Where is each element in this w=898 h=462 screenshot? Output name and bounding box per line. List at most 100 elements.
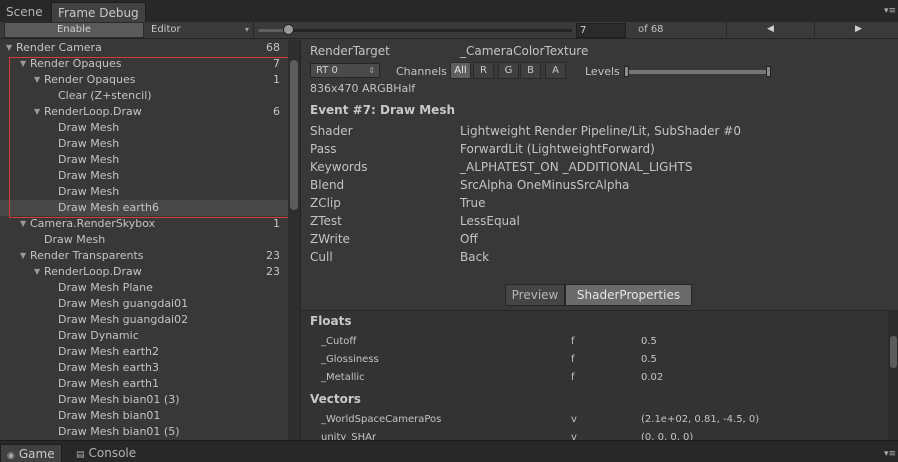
- tree-row-label: Camera.RenderSkybox: [30, 217, 156, 230]
- tree-row[interactable]: Draw Mesh: [0, 168, 288, 184]
- channel-button-all[interactable]: All: [450, 62, 471, 79]
- tree-row[interactable]: Draw Mesh: [0, 136, 288, 152]
- bottom-tab-menu-icon[interactable]: ▾≡: [884, 449, 896, 459]
- tree-row-label: RenderLoop.Draw: [44, 105, 142, 118]
- tree-row[interactable]: Draw Mesh earth2: [0, 344, 288, 360]
- expand-triangle-icon[interactable]: ▼: [20, 248, 26, 264]
- tree-row-label: Render Transparents: [30, 249, 144, 262]
- levels-min-thumb[interactable]: [624, 66, 629, 77]
- console-icon: ▤: [76, 450, 85, 460]
- levels-slider-fill: [627, 70, 769, 74]
- field-value: LessEqual: [460, 214, 520, 228]
- property-type: f: [571, 336, 575, 347]
- field-key: Blend: [310, 178, 345, 192]
- tree-row[interactable]: Draw Mesh guangdai02: [0, 312, 288, 328]
- tab-game-label: Game: [18, 447, 55, 461]
- frame-slider-thumb[interactable]: [283, 24, 294, 35]
- tree-row[interactable]: Clear (Z+stencil): [0, 88, 288, 104]
- tree-row[interactable]: Draw Mesh bian01: [0, 408, 288, 424]
- channels-label: Channels: [396, 65, 447, 78]
- properties-scrollbar-thumb[interactable]: [890, 336, 897, 368]
- tree-row[interactable]: Draw Mesh Plane: [0, 280, 288, 296]
- property-name: unity_SHAr: [321, 432, 377, 440]
- field-value: ForwardLit (LightweightForward): [460, 142, 655, 156]
- expand-triangle-icon[interactable]: ▼: [6, 40, 12, 56]
- tree-row[interactable]: Draw Mesh earth3: [0, 360, 288, 376]
- tab-game[interactable]: ◉ Game: [0, 444, 62, 462]
- property-value: 0.02: [641, 372, 664, 383]
- property-value: 0.5: [641, 354, 657, 365]
- event-details-panel: RenderTarget _CameraColorTexture RT 0 ⇕ …: [301, 40, 898, 440]
- tab-scene[interactable]: Scene: [0, 2, 49, 22]
- expand-triangle-icon[interactable]: ▼: [20, 56, 26, 72]
- property-type: f: [571, 354, 575, 365]
- next-frame-button[interactable]: ▶: [814, 22, 898, 38]
- preview-toggle[interactable]: Preview: [505, 284, 565, 306]
- chevron-updown-icon: ⇕: [368, 66, 375, 75]
- editor-dropdown[interactable]: Editor ▾: [146, 22, 254, 38]
- field-key: ZTest: [310, 214, 342, 228]
- frame-number-field[interactable]: 7: [576, 23, 626, 38]
- shader-properties-toggle[interactable]: ShaderProperties: [565, 284, 692, 306]
- property-name: _Metallic: [321, 372, 365, 383]
- tree-row-label: Draw Mesh: [58, 121, 120, 134]
- tree-row-label: Render Camera: [16, 41, 102, 54]
- tree-row[interactable]: Draw Mesh: [0, 120, 288, 136]
- tree-row[interactable]: Draw Mesh earth6: [0, 200, 288, 216]
- tree-row[interactable]: ▼ RenderLoop.Draw 6: [0, 104, 288, 120]
- prev-arrow-icon: ◀: [767, 24, 774, 34]
- tree-row-count: 23: [266, 265, 280, 278]
- tab-menu-icon[interactable]: ▾≡: [884, 6, 896, 16]
- tree-row[interactable]: ▼ Render Opaques 7: [0, 56, 288, 72]
- render-target-dropdown[interactable]: RT 0 ⇕: [310, 63, 380, 78]
- tree-row-count: 1: [273, 217, 280, 230]
- field-key: Pass: [310, 142, 337, 156]
- properties-scrollbar[interactable]: [888, 310, 898, 440]
- tree-row[interactable]: ▼ Render Opaques 1: [0, 72, 288, 88]
- tree-scrollbar-thumb[interactable]: [290, 60, 298, 210]
- editor-dropdown-label: Editor: [151, 24, 181, 35]
- channel-button-b[interactable]: B: [520, 62, 541, 79]
- tree-row-label: Draw Dynamic: [58, 329, 139, 342]
- field-key: Keywords: [310, 160, 368, 174]
- tree-row[interactable]: Draw Mesh earth1: [0, 376, 288, 392]
- enable-button[interactable]: Enable: [4, 22, 144, 38]
- tab-frame-debug[interactable]: Frame Debug: [51, 2, 146, 22]
- top-tab-bar: Scene Frame Debug ▾≡: [0, 0, 898, 22]
- tree-row-label: Draw Mesh: [58, 169, 120, 182]
- expand-triangle-icon[interactable]: ▼: [34, 264, 40, 280]
- tab-console[interactable]: ▤ Console: [70, 444, 142, 462]
- tree-scrollbar[interactable]: [288, 40, 300, 440]
- tree-row-label: Render Opaques: [30, 57, 122, 70]
- levels-slider[interactable]: [627, 70, 769, 74]
- expand-triangle-icon[interactable]: ▼: [34, 72, 40, 88]
- property-value: (2.1e+02, 0.81, -4.5, 0): [641, 414, 760, 425]
- channel-button-r[interactable]: R: [473, 62, 494, 79]
- bottom-tab-bar: ◉ Game ▤ Console ▾≡: [0, 440, 898, 462]
- frame-slider[interactable]: [258, 29, 572, 32]
- render-target-label: RenderTarget: [310, 44, 390, 58]
- tree-row[interactable]: ▼ Render Transparents 23: [0, 248, 288, 264]
- levels-max-thumb[interactable]: [766, 66, 771, 77]
- tree-row[interactable]: ▼ Render Camera 68: [0, 40, 288, 56]
- tree-row[interactable]: Draw Mesh: [0, 184, 288, 200]
- tree-row[interactable]: Draw Mesh: [0, 232, 288, 248]
- tree-row[interactable]: ▼ Camera.RenderSkybox 1: [0, 216, 288, 232]
- expand-triangle-icon[interactable]: ▼: [20, 216, 26, 232]
- tree-row[interactable]: Draw Mesh: [0, 152, 288, 168]
- tree-row[interactable]: Draw Mesh bian01 (5): [0, 424, 288, 440]
- expand-triangle-icon[interactable]: ▼: [34, 104, 40, 120]
- tree-row-label: Draw Mesh guangdai01: [58, 297, 189, 310]
- tree-row[interactable]: Draw Mesh bian01 (3): [0, 392, 288, 408]
- tree-row-label: Draw Mesh: [58, 185, 120, 198]
- tree-row[interactable]: Draw Dynamic: [0, 328, 288, 344]
- tree-row[interactable]: ▼ RenderLoop.Draw 23: [0, 264, 288, 280]
- property-name: _Cutoff: [321, 336, 357, 347]
- field-value: _ALPHATEST_ON _ADDITIONAL_LIGHTS: [460, 160, 693, 174]
- tree-row[interactable]: Draw Mesh guangdai01: [0, 296, 288, 312]
- shader-properties-list: Floats _Cutoff f 0.5 _Glossiness f 0.5 _Metall…: [301, 310, 898, 440]
- tree-row-label: Draw Mesh Plane: [58, 281, 153, 294]
- channel-button-a[interactable]: A: [545, 62, 566, 79]
- previous-frame-button[interactable]: ◀: [726, 22, 814, 38]
- channel-button-g[interactable]: G: [498, 62, 519, 79]
